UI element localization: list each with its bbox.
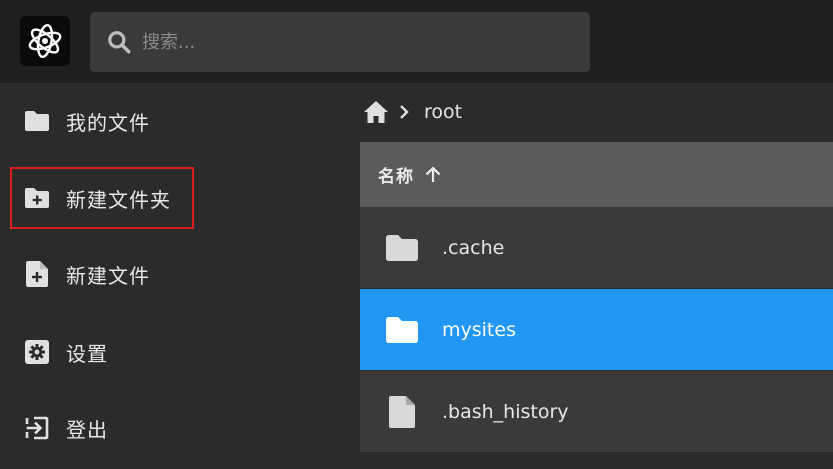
sidebar-item-new-folder[interactable]: 新建文件夹	[10, 167, 194, 229]
app-logo[interactable]	[20, 16, 70, 66]
gear-icon	[24, 339, 50, 365]
folder-icon	[382, 228, 422, 268]
file-name: .cache	[442, 236, 505, 259]
file-browser: root 名称 .cache mysites .bash_history	[360, 83, 833, 469]
arrow-up-icon	[424, 165, 444, 185]
breadcrumb-root[interactable]: root	[424, 101, 462, 123]
folder-icon	[382, 310, 422, 350]
chevron-right-icon	[398, 104, 414, 120]
folder-icon	[24, 108, 50, 134]
folder-plus-icon	[24, 185, 50, 211]
sidebar-item-label: 登出	[66, 417, 108, 442]
sidebar-item-label: 新建文件夹	[66, 187, 171, 212]
list-item-folder[interactable]: .cache	[360, 207, 833, 289]
list-item-file[interactable]: .bash_history	[360, 371, 833, 453]
sidebar-item-label: 新建文件	[66, 263, 150, 288]
sidebar-item-label: 设置	[66, 341, 108, 366]
sort-by-name-header[interactable]: 名称	[360, 142, 833, 207]
file-name: .bash_history	[442, 400, 569, 423]
search-input[interactable]	[142, 12, 572, 72]
atom-logo-icon	[28, 24, 62, 58]
sidebar-item-settings[interactable]: 设置	[12, 323, 192, 381]
logout-icon	[24, 415, 50, 441]
file-name: mysites	[442, 318, 516, 341]
sidebar-item-label: 我的文件	[66, 110, 150, 135]
sidebar-item-logout[interactable]: 登出	[12, 399, 192, 457]
home-icon[interactable]	[362, 98, 390, 126]
file-list: 名称 .cache mysites .bash_history	[360, 142, 833, 469]
breadcrumb: root	[360, 83, 462, 141]
file-icon	[382, 392, 422, 432]
column-header-name: 名称	[378, 167, 414, 187]
file-plus-icon	[24, 261, 50, 287]
sidebar: 我的文件 新建文件夹 新建文件 设置 登出	[0, 83, 360, 469]
search-box[interactable]	[90, 12, 590, 72]
sidebar-item-new-file[interactable]: 新建文件	[12, 245, 192, 303]
search-icon	[108, 31, 131, 54]
sidebar-item-my-files[interactable]: 我的文件	[12, 92, 192, 150]
list-item-folder-selected[interactable]: mysites	[360, 289, 833, 371]
top-bar	[0, 0, 833, 83]
